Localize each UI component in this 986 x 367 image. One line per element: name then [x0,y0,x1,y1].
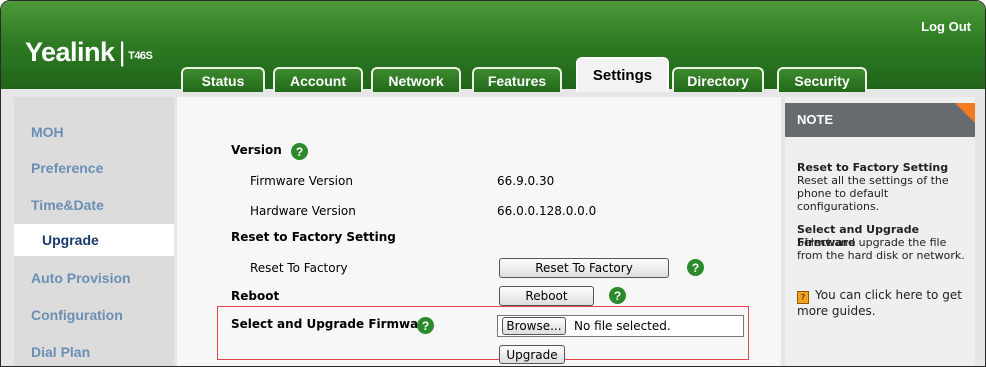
sidebar-item-auto-provision[interactable]: Auto Provision [31,270,131,286]
tab-directory[interactable]: Directory [672,67,764,92]
help-icon[interactable]: ? [291,143,308,160]
upgrade-panel: Version ? Firmware Version 66.9.0.30 Har… [177,97,781,366]
file-status-text: No file selected. [574,319,671,333]
brand-name: Yealink [25,37,115,67]
browse-button[interactable]: Browse... [502,317,566,335]
sidebar-item-upgrade[interactable]: Upgrade [14,224,174,256]
guide-book-icon: ? [797,291,809,304]
tab-status[interactable]: Status [181,67,265,92]
header-bar: Yealink | T46S Log Out Status Account Netw… [1,1,985,92]
reset-to-factory-label: Reset To Factory [250,261,348,275]
reboot-section-heading: Reboot [231,289,280,303]
app-window: Yealink | T46S Log Out Status Account Netw… [0,0,986,367]
note-reset-text: Reset all the settings of the phone to d… [797,174,949,213]
tab-features[interactable]: Features [472,67,562,92]
brand-logo: Yealink | T46S [25,37,153,67]
note-panel: NOTE Reset to Factory Setting Reset all … [785,97,975,366]
upgrade-button[interactable]: Upgrade [499,345,565,364]
sidebar-item-time-date[interactable]: Time&Date [31,197,104,213]
reset-to-factory-button[interactable]: Reset To Factory [499,258,669,278]
model-name: T46S [128,50,153,62]
help-icon[interactable]: ? [687,259,704,276]
help-icon[interactable]: ? [609,287,626,304]
upgrade-section-heading: Select and Upgrade Firmware [231,317,433,331]
tab-security[interactable]: Security [777,67,867,92]
sidebar-item-configuration[interactable]: Configuration [31,307,123,323]
note-corner-icon [955,103,975,123]
version-heading: Version [231,143,282,157]
hardware-version-label: Hardware Version [250,204,356,218]
sidebar-item-moh[interactable]: MOH [31,124,64,140]
note-upgrade-text: Select and upgrade the file from the har… [797,236,965,262]
note-title: NOTE [785,103,975,137]
sidebar-item-dial-plan[interactable]: Dial Plan [31,344,90,360]
firmware-version-value: 66.9.0.30 [497,174,555,188]
reset-section-heading: Reset to Factory Setting [231,230,396,244]
tab-network[interactable]: Network [371,67,461,92]
logout-link[interactable]: Log Out [921,19,971,34]
guide-link[interactable]: ? You can click here to get more guides. [797,288,969,318]
guide-link-text: You can click here to get more guides. [797,288,962,318]
tab-settings[interactable]: Settings [576,57,669,92]
tab-account[interactable]: Account [273,67,363,92]
note-reset-title: Reset to Factory Setting [797,161,949,174]
sidebar: MOH Preference Time&Date Upgrade Auto Pr… [14,97,174,366]
help-icon[interactable]: ? [417,317,434,334]
firmware-file-input[interactable]: Browse... No file selected. [497,315,744,337]
hardware-version-value: 66.0.0.128.0.0.0 [497,204,597,218]
sidebar-item-preference[interactable]: Preference [31,160,103,176]
reboot-button[interactable]: Reboot [499,286,594,306]
firmware-version-label: Firmware Version [250,174,353,188]
